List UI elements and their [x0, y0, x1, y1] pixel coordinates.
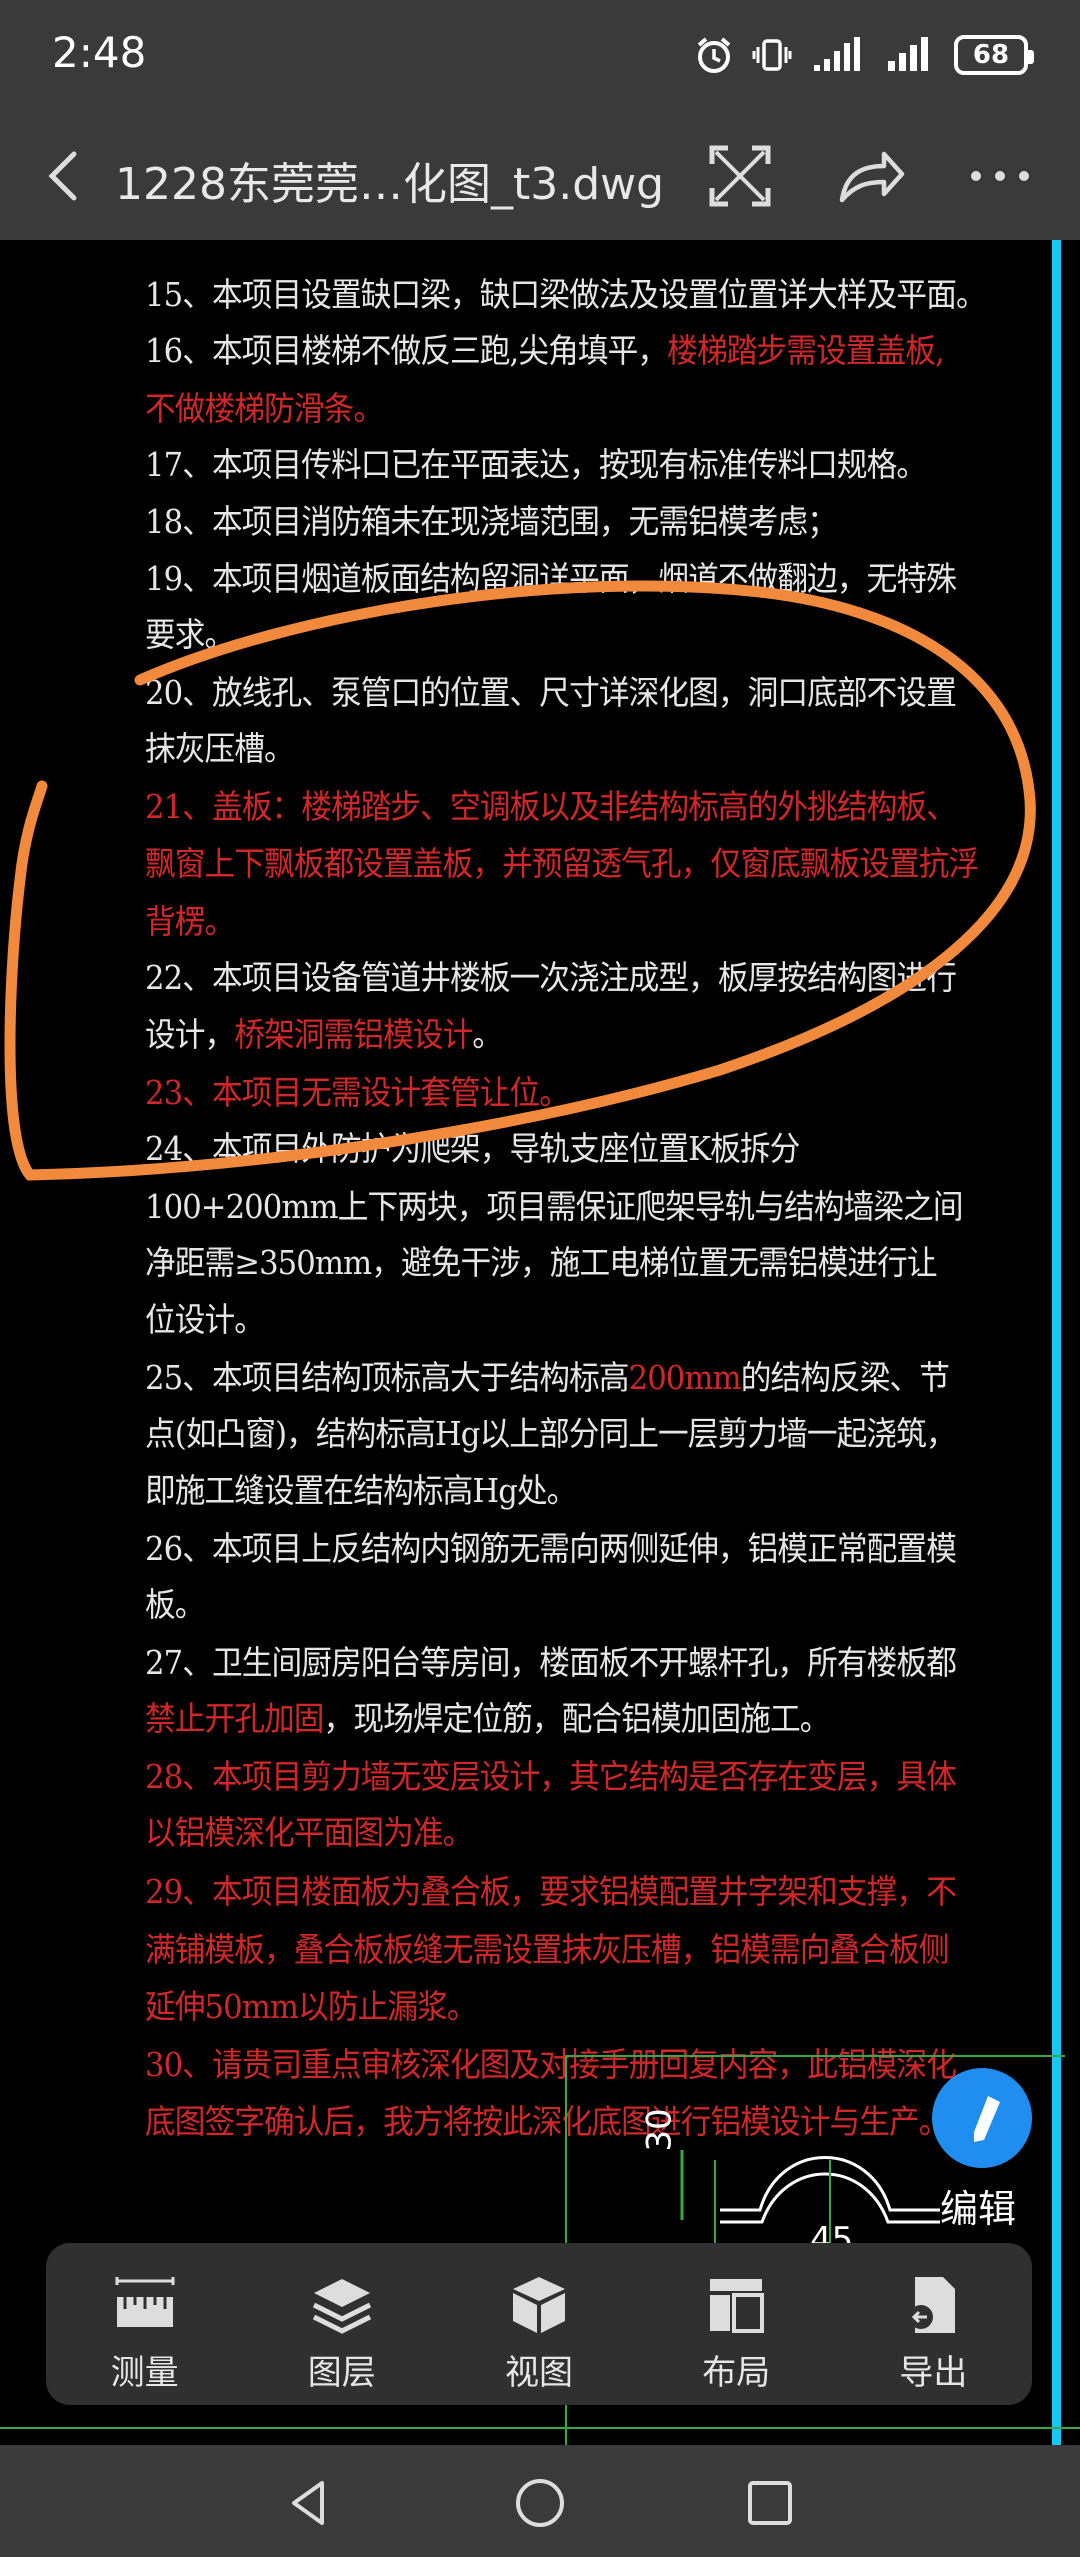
note-line: 净距需≥350mm，避免干涉，施工电梯位置无需铝模进行让 — [145, 1236, 938, 1284]
nav-home-icon[interactable] — [512, 2475, 568, 2531]
ruler-icon — [115, 2277, 175, 2327]
note-line: 28、本项目剪力墙无变层设计，其它结构是否存在变层，具体 — [145, 1750, 957, 1798]
tool-layers[interactable]: 图层 — [243, 2243, 440, 2405]
status-time: 2:48 — [52, 28, 147, 77]
status-icons: 68 — [694, 30, 1034, 80]
fullscreen-icon[interactable] — [698, 134, 782, 218]
signal-icon-2 — [888, 37, 928, 71]
share-icon[interactable] — [828, 134, 912, 218]
alarm-icon — [697, 37, 731, 73]
note-line: 以铝模深化平面图为准。 — [145, 1806, 473, 1854]
hand-drawn-circle-annotation — [4, 580, 1036, 1181]
note-line: 26、本项目上反结构内钢筋无需向两侧延伸，铝模正常配置模 — [145, 1522, 957, 1570]
note-line: 板。 — [145, 1578, 205, 1626]
note-text: 位设计。 — [145, 1300, 265, 1339]
note-line: 即施工缝设置在结构标高Hg处。 — [145, 1464, 577, 1512]
note-line: 25、本项目结构顶标高大于结构标高200mm的结构反梁、节 — [145, 1351, 950, 1399]
pencil-icon — [974, 2096, 1000, 2142]
nav-back-icon[interactable] — [282, 2475, 338, 2531]
title-bar: 1228东莞莞…化图_t3.dwg — [0, 112, 1080, 240]
note-line: 29、本项目楼面板为叠合板，要求铝模配置井字架和支撑，不 — [145, 1865, 957, 1913]
note-text-red: 禁止开孔加固 — [145, 1699, 324, 1738]
tool-label: 布局 — [702, 2353, 771, 2393]
layout-icon — [710, 2279, 765, 2333]
edit-button[interactable] — [932, 2068, 1032, 2168]
tool-export[interactable]: 导出 — [835, 2243, 1032, 2405]
note-line: 位设计。 — [145, 1293, 265, 1341]
tool-label: 测量 — [110, 2353, 179, 2393]
note-text: 27、卫生间厨房阳台等房间，楼面板不开螺杆孔，所有楼板都 — [145, 1643, 957, 1682]
tool-layout[interactable]: 布局 — [638, 2243, 835, 2405]
cube-icon — [513, 2277, 565, 2333]
note-text: 点(如凸窗)，结构标高Hg以上部分同上一层剪力墙一起浇筑， — [145, 1414, 957, 1453]
note-text-red: 28、本项目剪力墙无变层设计，其它结构是否存在变层，具体 — [145, 1757, 957, 1796]
status-bar: 2:48 68 — [0, 0, 1080, 112]
note-text-red: 满铺模板，叠合板板缝无需设置抹灰压槽，铝模需向叠合板侧 — [145, 1930, 949, 1969]
note-text: 26、本项目上反结构内钢筋无需向两侧延伸，铝模正常配置模 — [145, 1529, 957, 1568]
vibrate-icon — [752, 39, 792, 71]
layers-icon — [312, 2279, 371, 2334]
note-text: 即施工缝设置在结构标高Hg处。 — [145, 1471, 577, 1510]
note-text-red: 29、本项目楼面板为叠合板，要求铝模配置井字架和支撑，不 — [145, 1872, 957, 1911]
bottom-toolbar: 测量 图层 视图 布局 导出 — [46, 2243, 1032, 2405]
tool-label: 视图 — [505, 2353, 573, 2393]
note-line: 27、卫生间厨房阳台等房间，楼面板不开螺杆孔，所有楼板都 — [145, 1636, 957, 1684]
tool-measure[interactable]: 测量 — [46, 2243, 243, 2405]
more-options-icon[interactable] — [958, 134, 1042, 218]
note-line: 禁止开孔加固，现场焊定位筋，配合铝模加固施工。 — [145, 1692, 831, 1740]
tool-view[interactable]: 视图 — [440, 2243, 637, 2405]
note-text-red: 延伸50mm以防止漏浆。 — [145, 1987, 478, 2026]
note-text: ，现场焊定位筋，配合铝模加固施工。 — [323, 1699, 831, 1738]
dimension-height: 30 — [639, 2108, 680, 2152]
note-text: 净距需≥350mm，避免干涉，施工电梯位置无需铝模进行让 — [145, 1243, 938, 1282]
system-nav-bar — [0, 2445, 1080, 2557]
tool-label: 图层 — [307, 2353, 376, 2393]
signal-icon-1 — [814, 37, 860, 71]
drawing-canvas[interactable]: 15、本项目设置缺口梁，缺口梁做法及设置位置详大样及平面。 16、本项目楼梯不做反… — [0, 240, 1080, 2445]
battery-indicator: 68 — [954, 35, 1034, 75]
document-title: 1228东莞莞…化图_t3.dwg — [115, 159, 665, 210]
note-line: 满铺模板，叠合板板缝无需设置抹灰压槽，铝模需向叠合板侧 — [145, 1923, 949, 1971]
note-text-red: 200mm — [628, 1358, 742, 1397]
note-text: 25、本项目结构顶标高大于结构标高 — [145, 1358, 630, 1397]
tool-label: 导出 — [899, 2353, 968, 2393]
note-line: 点(如凸窗)，结构标高Hg以上部分同上一层剪力墙一起浇筑， — [145, 1407, 957, 1455]
note-text: 的结构反梁、节 — [740, 1358, 950, 1397]
note-text-red: 以铝模深化平面图为准。 — [145, 1813, 473, 1852]
note-line: 延伸50mm以防止漏浆。 — [145, 1980, 478, 2028]
export-icon — [909, 2277, 956, 2333]
note-text: 板。 — [145, 1585, 205, 1624]
nav-recents-icon[interactable] — [742, 2475, 798, 2531]
edit-label: 编辑 — [940, 2187, 1017, 2231]
back-arrow-icon[interactable] — [30, 138, 100, 214]
